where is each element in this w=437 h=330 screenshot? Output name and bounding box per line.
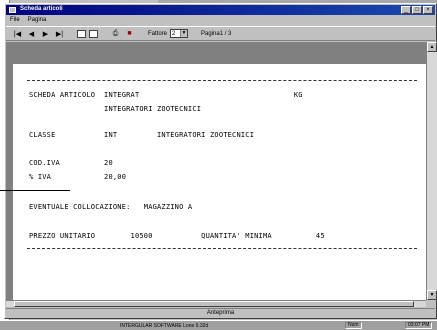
first-page-icon[interactable]: |◀: [12, 28, 23, 39]
previous-page-icon[interactable]: ◀: [26, 28, 37, 39]
system-menu-icon[interactable]: [9, 7, 16, 13]
menu-pagina[interactable]: Pagina: [27, 16, 48, 25]
zoom-label: Fattore: [148, 30, 168, 37]
exit-icon[interactable]: ■: [124, 28, 135, 39]
next-page-icon[interactable]: ▶: [40, 28, 51, 39]
menu-file[interactable]: File: [9, 16, 21, 25]
report-line: INTEGRATORI ZOOTECNICI: [29, 105, 202, 113]
taskbar: INTERGULAR SOFTWARE Lone 9.32d Num 03:07…: [0, 320, 437, 330]
zoom-select[interactable]: 2 ▼: [170, 29, 189, 38]
print-preview-window: Scheda articoli _ □ × File Pagina |◀ ◀ ▶…: [4, 3, 437, 319]
title-bar: Scheda articoli _ □ ×: [6, 5, 435, 15]
last-page-icon[interactable]: ▶|: [54, 28, 65, 39]
window-title: Scheda articoli: [20, 6, 63, 12]
status-text: Anteprima: [206, 310, 235, 316]
menu-bar: File Pagina: [6, 16, 435, 25]
maximize-button[interactable]: □: [412, 6, 422, 14]
report-line: CLASSE INT INTEGRATORI ZOOTECNICI: [29, 131, 255, 139]
minimize-button[interactable]: _: [401, 6, 411, 14]
preview-area: SCHEDA ARTICOLO INTEGRAT KG INTEGRATORI …: [6, 42, 426, 300]
horizontal-scrollbar[interactable]: [6, 300, 426, 307]
report-bottom-rule: [27, 248, 417, 249]
report-line: PREZZO UNITARIO 10500 QUANTITA' MINIMA 4…: [29, 232, 325, 240]
two-pages-icon[interactable]: [89, 29, 98, 38]
report-line: % IVA 20,00: [29, 173, 127, 181]
report-top-rule: [27, 80, 417, 81]
scroll-up-icon[interactable]: ▲: [427, 42, 437, 52]
single-page-icon[interactable]: [77, 29, 86, 38]
print-icon[interactable]: ⎙: [110, 28, 121, 39]
vertical-scrollbar[interactable]: ▲ ▼: [426, 42, 437, 300]
horizontal-scroll-thumb[interactable]: [14, 301, 414, 307]
clock: 03:07 PM: [405, 322, 433, 329]
report-line: SCHEDA ARTICOLO INTEGRAT KG: [29, 91, 303, 99]
page-indicator: Pagina1 / 3: [201, 30, 232, 37]
taskbar-text: INTERGULAR SOFTWARE Lone 9.32d: [120, 323, 209, 329]
toolbar: |◀ ◀ ▶ ▶| ⎙ ■ Fattore 2 ▼ Pagina1 / 3: [6, 26, 435, 41]
scroll-down-icon[interactable]: ▼: [427, 290, 437, 300]
zoom-value: 2: [172, 30, 176, 37]
chevron-down-icon[interactable]: ▼: [180, 30, 188, 37]
status-bar: Anteprima: [6, 308, 435, 317]
num-lock-indicator: Num: [345, 322, 362, 329]
report-line: COD.IVA 20: [29, 159, 113, 167]
close-button[interactable]: ×: [423, 6, 433, 14]
report-line: EVENTUALE COLLOCAZIONE: MAGAZZINO A: [29, 203, 193, 211]
report-page: SCHEDA ARTICOLO INTEGRAT KG INTEGRATORI …: [13, 64, 426, 300]
background-line: [0, 190, 70, 191]
